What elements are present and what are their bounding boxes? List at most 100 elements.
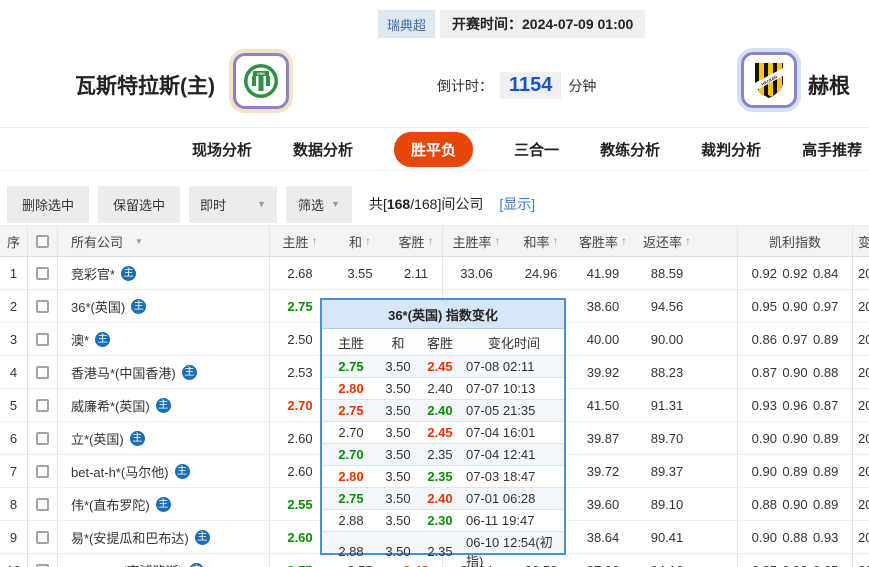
company-name-link[interactable]: 伟*(直布罗陀): [71, 495, 150, 514]
away-rate-cell: 39.72: [572, 455, 634, 487]
kelly-draw: 0.90: [780, 299, 811, 314]
filter-dropdown[interactable]: 筛选 ▼: [286, 186, 352, 223]
return-rate-cell: 89.10: [634, 488, 700, 520]
row-seq: 6: [0, 422, 28, 454]
company-name-link[interactable]: Interwet*(塞浦路斯): [71, 561, 183, 567]
popup-home-odds: 2.70: [322, 447, 380, 462]
row-checkbox[interactable]: [36, 267, 49, 280]
company-count-shown: 168: [387, 196, 410, 212]
nav-tab[interactable]: 现场分析: [192, 132, 252, 167]
header-home-rate[interactable]: 主胜率↑: [443, 226, 510, 256]
nav-tab[interactable]: 教练分析: [600, 132, 660, 167]
row-select: [28, 356, 58, 388]
return-rate-cell: 88.23: [634, 356, 700, 388]
popup-change-time: 07-08 02:11: [464, 359, 564, 374]
home-odds-cell[interactable]: 2.68: [270, 257, 330, 289]
popup-away-odds: 2.45: [416, 359, 464, 374]
filter-label: 筛选: [298, 195, 324, 214]
row-checkbox[interactable]: [36, 366, 49, 379]
kelly-home: 0.93: [749, 398, 780, 413]
row-checkbox[interactable]: [36, 531, 49, 544]
home-crest-icon: VSK: [241, 61, 281, 101]
row-checkbox[interactable]: [36, 498, 49, 511]
popup-home-odds: 2.75: [322, 491, 380, 506]
draw-odds-cell[interactable]: 3.55: [330, 257, 390, 289]
popup-change-time: 07-03 18:47: [464, 469, 564, 484]
header-gap: [700, 226, 738, 256]
odds-row: 1 竞彩官* 主 2.68 3.55 2.11 33.06 24.96 41.9…: [0, 257, 869, 290]
away-rate-cell: 39.92: [572, 356, 634, 388]
sort-up-icon: ↑: [495, 234, 501, 248]
row-checkbox[interactable]: [36, 300, 49, 313]
select-all-checkbox[interactable]: [36, 235, 49, 248]
company-name-link[interactable]: 易*(安提瓜和巴布达): [71, 528, 189, 547]
popup-row: 2.80 3.50 2.40 07-07 10:13: [322, 377, 564, 399]
popup-away-odds: 2.35: [416, 544, 464, 559]
row-select: [28, 422, 58, 454]
company-name-link[interactable]: 36*(英国): [71, 297, 125, 316]
away-rate-cell: 39.60: [572, 488, 634, 520]
home-badge-icon: 主: [131, 299, 146, 314]
header-away-rate[interactable]: 客胜率↑: [572, 226, 634, 256]
home-crest-frame: VSK: [233, 53, 289, 109]
row-checkbox[interactable]: [36, 399, 49, 412]
kelly-away: 0.87: [810, 398, 841, 413]
header-home-odds[interactable]: 主胜↑: [270, 226, 330, 256]
company-name-link[interactable]: 澳*: [71, 330, 89, 349]
header-return-rate[interactable]: 返还率↑: [634, 226, 700, 256]
instant-odds-dropdown[interactable]: 即时 ▼: [189, 186, 277, 223]
nav-tab[interactable]: 数据分析: [293, 132, 353, 167]
sort-up-icon: ↑: [312, 234, 318, 248]
row-select: [28, 389, 58, 421]
change-cell: 20: [853, 356, 869, 388]
delete-selected-button[interactable]: 删除选中: [7, 186, 89, 223]
nav-tab[interactable]: 胜平负: [394, 132, 473, 167]
home-team-name: 瓦斯特拉斯(主): [75, 70, 215, 100]
header-company[interactable]: 所有公司▼: [58, 226, 270, 256]
kelly-draw: 0.90: [780, 497, 811, 512]
match-header: 瓦斯特拉斯(主) VSK 倒计时： 1154 分钟: [0, 0, 869, 127]
header-draw-rate[interactable]: 和率↑: [510, 226, 572, 256]
away-team-name: 赫根: [808, 70, 850, 100]
change-cell: 20: [853, 389, 869, 421]
company-cell: 伟*(直布罗陀) 主: [58, 488, 270, 520]
company-name-link[interactable]: bet-at-h*(马尔他): [71, 462, 169, 481]
popup-row: 2.88 3.50 2.35 06-10 12:54(初指): [322, 531, 564, 553]
popup-change-time: 06-11 19:47: [464, 513, 564, 528]
row-checkbox[interactable]: [36, 432, 49, 445]
kelly-away: 0.95: [810, 563, 841, 567]
kelly-draw: 0.93: [780, 563, 811, 567]
company-name-link[interactable]: 立*(英国): [71, 429, 124, 448]
nav-tab[interactable]: 裁判分析: [701, 132, 761, 167]
header-away-odds[interactable]: 客胜↑: [390, 226, 443, 256]
company-cell: 威廉希*(英国) 主: [58, 389, 270, 421]
away-crest-frame: HÄCKEN: [741, 52, 797, 108]
company-name-link[interactable]: 竞彩官*: [71, 264, 115, 283]
row-select: [28, 323, 58, 355]
kelly-cell: 0.92 0.92 0.84: [738, 257, 853, 289]
row-checkbox[interactable]: [36, 465, 49, 478]
nav-tab[interactable]: 三合一: [514, 132, 559, 167]
kelly-draw: 0.88: [780, 530, 811, 545]
nav-tab[interactable]: 高手推荐: [802, 132, 862, 167]
company-name-link[interactable]: 威廉希*(英国): [71, 396, 150, 415]
away-rate-cell: 41.99: [572, 257, 634, 289]
kelly-cell: 0.90 0.88 0.93: [738, 521, 853, 553]
kelly-away: 0.97: [810, 299, 841, 314]
show-link[interactable]: [显示]: [499, 194, 535, 214]
row-select: [28, 290, 58, 322]
row-checkbox[interactable]: [36, 333, 49, 346]
home-badge-icon: 主: [130, 431, 145, 446]
popup-away-odds: 2.40: [416, 381, 464, 396]
away-odds-cell[interactable]: 2.11: [390, 257, 443, 289]
company-name-link[interactable]: 香港马*(中国香港): [71, 363, 176, 382]
header-draw-odds[interactable]: 和↑: [330, 226, 390, 256]
kelly-away: 0.89: [810, 464, 841, 479]
popup-body: 2.75 3.50 2.45 07-08 02:11 2.80 3.50 2.4…: [322, 355, 564, 553]
row-checkbox[interactable]: [36, 564, 49, 567]
return-rate-cell: 90.00: [634, 323, 700, 355]
keep-selected-button[interactable]: 保留选中: [98, 186, 180, 223]
home-badge-icon: 主: [156, 497, 171, 512]
countdown-unit: 分钟: [568, 76, 596, 96]
home-odds-cell[interactable]: 2.75: [270, 554, 330, 567]
